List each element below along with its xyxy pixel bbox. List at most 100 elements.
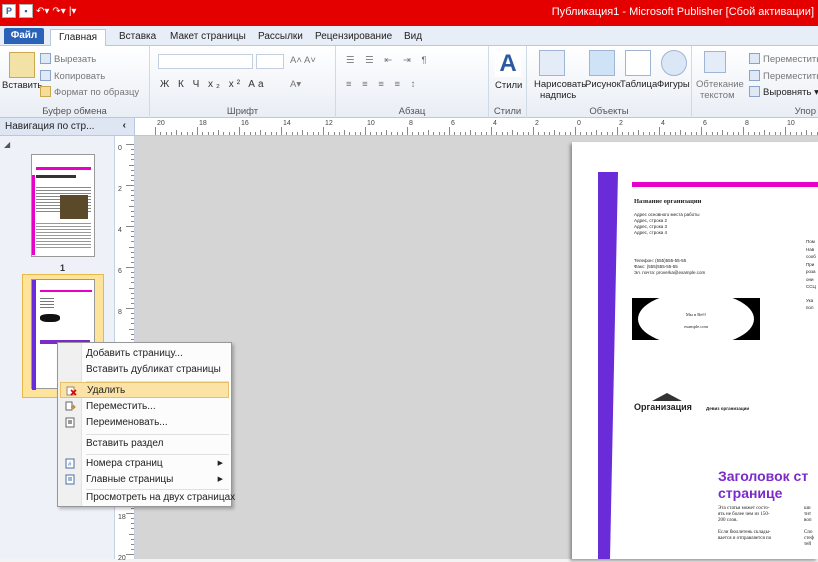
menu-item-delete[interactable]: Удалить — [60, 382, 229, 398]
thumb-text-block-2 — [36, 221, 91, 249]
ruler-tick — [438, 132, 440, 135]
menu-item-master-pages[interactable]: Главные страницы ▶ — [60, 472, 229, 488]
ruler-tick — [554, 130, 555, 135]
draw-textbox-button[interactable]: Нарисовать — [534, 79, 586, 90]
wrap-text-icon[interactable] — [704, 51, 726, 73]
ruler-tick — [131, 538, 134, 540]
shapes-icon[interactable] — [661, 50, 687, 76]
ruler-tick — [249, 132, 251, 135]
ruler-tick — [126, 513, 134, 514]
styles-button[interactable]: Стили — [495, 80, 522, 91]
align-buttons[interactable]: ≡ ≡ ≡ ≡ ↕ — [346, 79, 419, 90]
ruler-label: 10 — [787, 120, 795, 127]
horizontal-ruler[interactable]: 20 18 16 14 12 10 8 6 4 2 0 2 4 6 8 10 — [135, 118, 818, 136]
headline-line-1[interactable]: Заголовок ст — [718, 468, 808, 484]
menu-item-add-page[interactable]: Добавить страницу... — [60, 346, 229, 362]
ruler-tick — [131, 292, 134, 294]
paste-icon[interactable] — [9, 52, 35, 78]
tab-review[interactable]: Рецензирование — [307, 29, 400, 46]
web-callout-box[interactable]: Мы в Веб! example.com — [632, 298, 760, 340]
list-buttons[interactable]: ☰ ☰ ⇤ ⇥ ¶ — [346, 55, 431, 66]
ruler-tick — [459, 132, 461, 135]
page-thumbnail-1[interactable] — [22, 150, 104, 262]
format-painter-button[interactable]: Формат по образцу — [40, 86, 139, 98]
font-color-icon[interactable]: A▾ — [290, 79, 301, 90]
grow-font-icon[interactable]: A˄ A˅ — [290, 55, 316, 66]
ruler-tick — [317, 132, 319, 135]
headline-line-2[interactable]: странице — [718, 485, 782, 501]
ruler-tick — [176, 130, 177, 135]
organization-name[interactable]: Название организации — [634, 198, 701, 205]
customize-qat-icon[interactable]: |▾ — [69, 6, 77, 17]
ruler-tick — [501, 132, 503, 135]
undo-icon[interactable]: ↶▾ — [36, 6, 49, 17]
ruler-tick — [779, 132, 781, 135]
table-icon[interactable] — [625, 50, 651, 76]
body-column-2[interactable]: ши тит воп Спо стеф тей — [804, 506, 814, 548]
bring-forward-button[interactable]: Переместить — [749, 53, 818, 65]
ruler-tick — [743, 127, 744, 135]
font-format-buttons[interactable]: Ж К Ч x₂ x² Aa — [160, 79, 267, 90]
tab-file[interactable]: Файл — [4, 28, 44, 44]
tab-view[interactable]: Вид — [396, 29, 430, 46]
menu-item-two-page-spread[interactable]: Просмотреть на двух страницах — [60, 490, 235, 506]
menu-item-page-numbers[interactable]: # Номера страниц ▶ — [60, 456, 229, 472]
wrap-text-button[interactable]: Обтекание — [696, 79, 744, 90]
tab-mailings[interactable]: Рассылки — [250, 29, 311, 46]
publisher-app-icon[interactable]: P — [2, 4, 16, 18]
menu-item-move[interactable]: Переместить... — [60, 399, 229, 415]
copy-button[interactable]: Копировать — [40, 70, 105, 82]
tab-insert[interactable]: Вставка — [111, 29, 164, 46]
ruler-tick — [344, 130, 345, 135]
cut-button[interactable]: Вырезать — [40, 53, 96, 65]
paste-button[interactable]: Вставить — [2, 80, 42, 91]
menu-item-insert-duplicate-page[interactable]: Вставить дубликат страницы — [60, 362, 229, 378]
align-button[interactable]: Выровнять ▾ — [749, 86, 818, 98]
document-page[interactable]: Название организации Адрес основного мес… — [572, 142, 818, 559]
styles-icon[interactable]: A — [495, 51, 521, 77]
picture-icon[interactable] — [589, 50, 615, 76]
ruler-tick — [764, 130, 765, 135]
menu-item-insert-section[interactable]: Вставить раздел — [60, 436, 229, 452]
ruler-tick — [129, 246, 134, 248]
ruler-tick — [131, 169, 134, 171]
organization-motto[interactable]: Девиз организации — [706, 406, 749, 411]
contact-block[interactable]: Телефон: (555)555-55-55 Факс: (555)555-5… — [634, 258, 705, 276]
table-button[interactable]: Таблица — [620, 79, 657, 90]
shapes-button[interactable]: Фигуры — [657, 79, 690, 90]
send-backward-button[interactable]: Переместить — [749, 70, 818, 82]
ruler-label: 16 — [241, 120, 249, 127]
menu-item-rename[interactable]: Переименовать... — [60, 415, 229, 431]
redo-icon[interactable]: ↷▾ — [52, 6, 65, 17]
ruler-tick — [375, 132, 377, 135]
web-callout-text: Мы в Веб! — [685, 312, 707, 317]
ruler-tick — [758, 132, 760, 135]
ruler-tick — [131, 154, 134, 156]
ruler-tick — [543, 132, 545, 135]
logo-text[interactable]: Организация — [634, 402, 692, 412]
font-size-combo[interactable] — [256, 54, 284, 69]
ruler-tick — [338, 132, 340, 135]
ruler-tick — [716, 132, 718, 135]
thumb-accent-bar — [36, 167, 91, 170]
textbox-icon[interactable] — [539, 50, 565, 76]
section-collapse-icon[interactable]: ◢ — [4, 140, 10, 149]
body-column-1[interactable]: Эта статья может состо- ять не более чем… — [718, 506, 771, 542]
send-backward-icon — [749, 70, 760, 81]
picture-button[interactable]: Рисунок — [585, 79, 621, 90]
tab-page-design[interactable]: Макет страницы — [162, 29, 254, 46]
ruler-tick — [307, 132, 309, 135]
collapse-nav-button[interactable]: ‹ — [123, 120, 126, 131]
ruler-tick — [302, 130, 303, 135]
address-block[interactable]: Адрес основного места работы Адрес, стро… — [634, 212, 699, 236]
paragraph-group: ☰ ☰ ⇤ ⇥ ¶ ≡ ≡ ≡ ≡ ↕ Абзац — [336, 46, 489, 118]
right-text-column[interactable]: Пом Нав сооб При роза они ССЦ Ука пол — [806, 238, 816, 312]
save-icon[interactable]: ▪ — [19, 4, 33, 18]
ruler-tick — [233, 132, 235, 135]
ruler-label: 4 — [661, 120, 665, 127]
font-name-combo[interactable] — [158, 54, 253, 69]
ruler-tick — [816, 132, 818, 135]
tab-home[interactable]: Главная — [50, 29, 107, 46]
draw-textbox-label-2: надпись — [540, 90, 577, 101]
thumb-image — [60, 195, 88, 219]
